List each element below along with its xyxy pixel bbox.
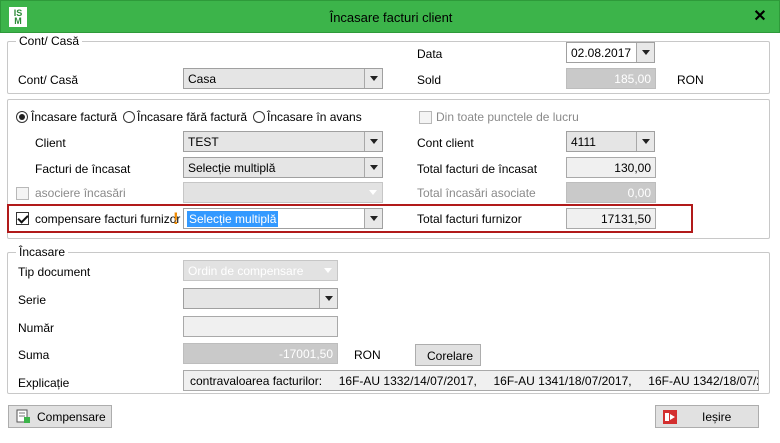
close-icon[interactable]: ✕ xyxy=(751,8,769,26)
suma-label: Suma xyxy=(18,348,50,362)
tip-document-value: Ordin de compensare xyxy=(188,264,304,278)
client-select[interactable]: TEST xyxy=(183,131,383,152)
client-label: Client xyxy=(35,136,66,150)
total-asociate-value: 0,00 xyxy=(627,186,651,200)
cont-casa-value: Casa xyxy=(188,72,217,86)
total-facturi-value: 130,00 xyxy=(614,161,651,175)
compensare-label[interactable]: compensare facturi furnizor xyxy=(35,212,180,226)
chevron-down-icon[interactable] xyxy=(636,132,654,151)
cont-casa-legend: Cont/ Casă xyxy=(16,34,83,48)
tip-document-label: Tip document xyxy=(18,265,91,279)
explicatie-label: Explicație xyxy=(18,376,70,390)
serie-label: Serie xyxy=(18,293,47,307)
window-titlebar[interactable]: IS M Încasare facturi client ✕ xyxy=(0,0,780,33)
asociere-checkbox[interactable] xyxy=(16,187,29,200)
total-asociate-field: 0,00 xyxy=(566,182,656,203)
suma-field: -17001,50 xyxy=(183,343,338,364)
asociere-select[interactable] xyxy=(183,182,383,203)
radio-avans-label[interactable]: Încasare în avans xyxy=(267,110,362,124)
compensare-button-label: Compensare xyxy=(37,410,106,424)
iesire-button-label: Ieșire xyxy=(702,410,732,424)
total-facturi-field: 130,00 xyxy=(566,157,656,178)
data-label: Data xyxy=(417,47,443,61)
chevron-down-icon[interactable] xyxy=(364,209,382,228)
compensare-doc-icon xyxy=(15,409,31,424)
total-facturi-label: Total facturi de încasat xyxy=(417,162,538,176)
sold-currency: RON xyxy=(677,73,704,87)
radio-incasare-factura[interactable] xyxy=(16,111,28,123)
exit-icon xyxy=(663,410,677,424)
warning-icon: ! xyxy=(173,209,179,228)
suma-value: -17001,50 xyxy=(278,347,333,361)
corelare-button[interactable]: Corelare xyxy=(415,344,481,366)
numar-field[interactable] xyxy=(183,316,338,337)
data-date-value: 02.08.2017 xyxy=(571,46,632,60)
total-furnizor-label: Total facturi furnizor xyxy=(417,212,522,226)
chevron-down-icon xyxy=(364,183,382,202)
radio-fara-factura-label[interactable]: Încasare fără factură xyxy=(137,110,247,124)
serie-select[interactable] xyxy=(183,288,338,309)
din-toate-punctele-checkbox[interactable] xyxy=(419,111,432,124)
explicatie-value: contravaloarea facturilor: 16F-AU 1332/1… xyxy=(190,374,759,388)
compensare-checkbox[interactable] xyxy=(16,212,29,225)
total-asociate-label: Total încasări asociate xyxy=(417,186,536,200)
chevron-down-icon[interactable] xyxy=(319,289,337,308)
chevron-down-icon[interactable] xyxy=(364,158,382,177)
suma-currency: RON xyxy=(354,348,381,362)
facturi-value: Selecție multiplă xyxy=(188,161,276,175)
numar-label: Număr xyxy=(18,321,55,335)
sold-field: 185,00 xyxy=(566,68,656,89)
cont-client-value: 4111 xyxy=(571,135,596,149)
explicatie-field[interactable]: contravaloarea facturilor: 16F-AU 1332/1… xyxy=(183,370,759,391)
compensare-value: Selecție multiplă xyxy=(187,211,279,227)
cont-casa-label: Cont/ Casă xyxy=(18,73,79,87)
chevron-down-icon[interactable] xyxy=(364,132,382,151)
tip-document-select[interactable]: Ordin de compensare xyxy=(183,260,338,281)
radio-fara-factura[interactable] xyxy=(123,111,135,123)
din-toate-punctele-label: Din toate punctele de lucru xyxy=(436,110,579,124)
chevron-down-icon[interactable] xyxy=(636,43,654,62)
cont-client-label: Cont client xyxy=(417,136,474,150)
radio-incasare-factura-label[interactable]: Încasare factură xyxy=(31,110,117,124)
sold-label: Sold xyxy=(417,73,442,87)
total-furnizor-value: 17131,50 xyxy=(600,212,651,226)
data-date-picker[interactable]: 02.08.2017 xyxy=(566,42,655,63)
iesire-button[interactable]: Ieșire xyxy=(655,405,759,428)
cont-client-select[interactable]: 4111 xyxy=(566,131,655,152)
incasare-legend: Încasare xyxy=(16,245,69,259)
total-furnizor-field: 17131,50 xyxy=(566,208,656,229)
client-value: TEST xyxy=(188,135,219,149)
chevron-down-icon[interactable] xyxy=(364,69,382,88)
facturi-label: Facturi de încasat xyxy=(35,162,131,176)
facturi-select[interactable]: Selecție multiplă xyxy=(183,157,383,178)
chevron-down-icon xyxy=(319,261,337,280)
compensare-select[interactable]: Selecție multiplă xyxy=(183,208,383,229)
corelare-button-label: Corelare xyxy=(427,349,474,363)
radio-avans[interactable] xyxy=(253,111,265,123)
asociere-label: asociere încasări xyxy=(35,186,126,200)
cont-casa-select[interactable]: Casa xyxy=(183,68,383,89)
compensare-button[interactable]: Compensare xyxy=(8,405,112,428)
window-title: Încasare facturi client xyxy=(329,10,453,25)
sold-value: 185,00 xyxy=(614,72,651,86)
